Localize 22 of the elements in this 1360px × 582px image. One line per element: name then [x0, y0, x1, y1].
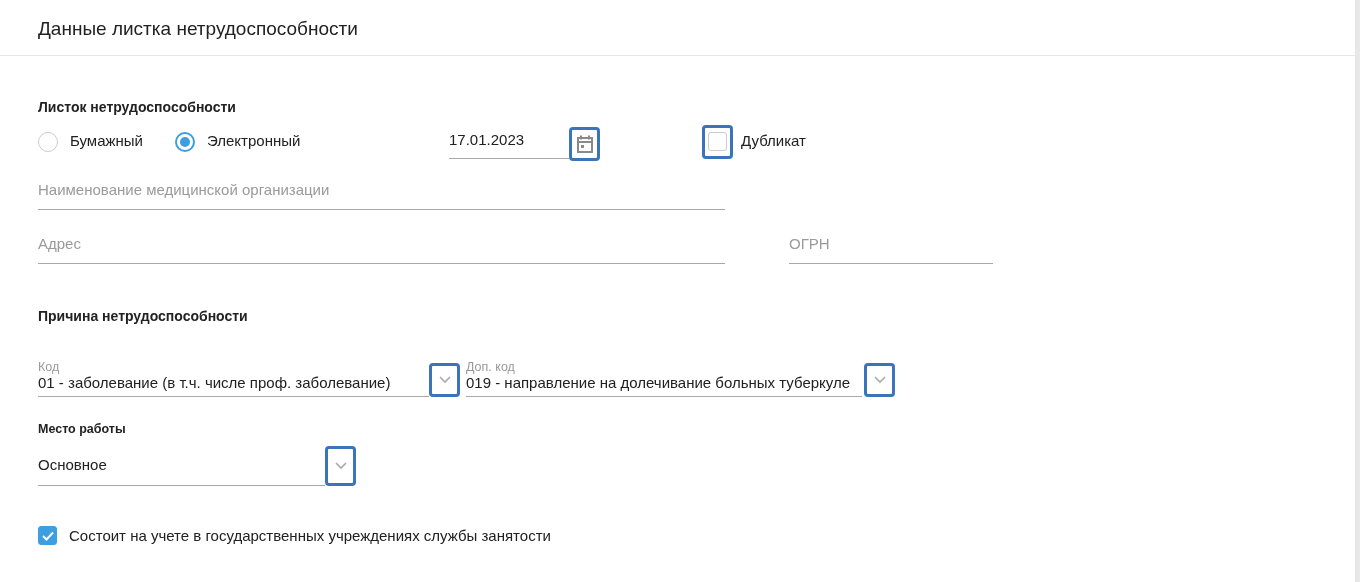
chevron-down-icon	[438, 376, 451, 384]
chevron-down-icon	[334, 461, 347, 470]
workplace-select[interactable]: Основное	[38, 445, 325, 486]
field-label: Место работы	[38, 422, 126, 436]
calendar-button[interactable]	[569, 126, 600, 161]
page-title: Данные листка нетрудоспособности	[38, 18, 358, 39]
duplicate-checkbox[interactable]	[702, 124, 733, 159]
radio-option[interactable]: Бумажный	[38, 130, 143, 153]
extra-code-select[interactable]: Доп. код 019 - направление на долечивание больных туберкуле	[466, 358, 862, 397]
section-heading: Листок нетрудоспособности	[38, 99, 236, 115]
calendar-icon	[574, 133, 595, 154]
section-heading: Причина нетрудоспособности	[38, 307, 248, 324]
checkbox[interactable]	[38, 526, 57, 546]
dropdown-button[interactable]	[864, 363, 895, 397]
code-select[interactable]: Код 01 - заболевание (в т.ч. числе проф. заболевание)	[38, 358, 429, 397]
chevron-down-icon	[873, 376, 886, 384]
checkbox-label: Дубликат	[741, 131, 806, 152]
checkmark-icon	[41, 530, 54, 541]
radio-option[interactable]: Электронный	[175, 130, 301, 153]
dropdown-button[interactable]	[429, 363, 460, 397]
checkbox-label: Состоит на учете в государственных учреждениях службы занятости	[69, 525, 551, 546]
dropdown-button[interactable]	[325, 445, 356, 486]
